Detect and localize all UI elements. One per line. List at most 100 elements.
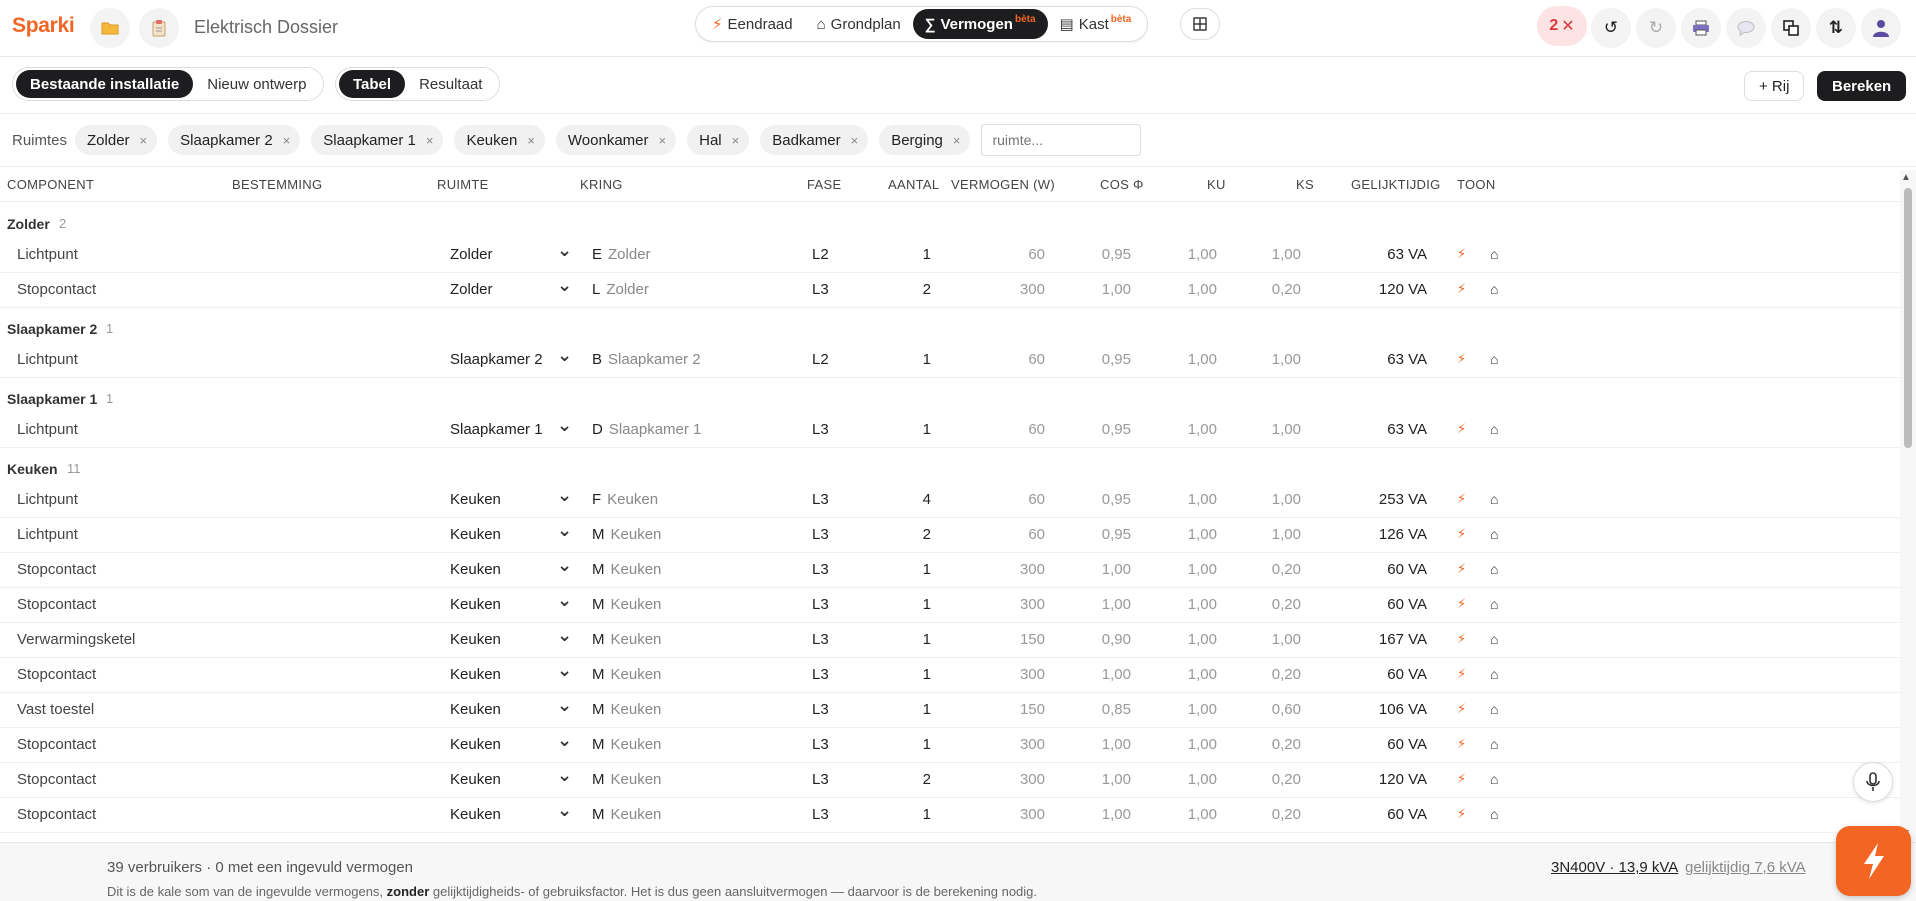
tab-result[interactable]: Resultaat: [405, 70, 496, 98]
chevron-down-icon[interactable]: ⌄: [557, 275, 572, 296]
room-select[interactable]: Keuken: [450, 771, 501, 788]
table-row[interactable]: Verwarmingsketel Keuken ⌄ M Keuken L3 1 150 0,90…: [0, 623, 1900, 658]
undo-button[interactable]: ↺: [1591, 8, 1631, 48]
simultaneous-summary[interactable]: gelijktijdig 7,6 kVA: [1685, 859, 1806, 876]
ks-cell[interactable]: 0,20: [1240, 596, 1301, 613]
lightning-icon[interactable]: ⚡: [1457, 666, 1466, 682]
sparki-assistant-button[interactable]: [1836, 826, 1911, 896]
ks-cell[interactable]: 1,00: [1240, 631, 1301, 648]
ks-cell[interactable]: 0,20: [1240, 281, 1301, 298]
ks-cell[interactable]: 0,20: [1240, 771, 1301, 788]
power-cell[interactable]: 150: [980, 701, 1045, 718]
table-row[interactable]: Lichtpunt Keuken ⌄ F Keuken L3 4 60 0,95 1,00 1,00…: [0, 483, 1900, 518]
ku-cell[interactable]: 1,00: [1160, 736, 1217, 753]
lightning-icon[interactable]: ⚡: [1457, 421, 1466, 437]
power-cell[interactable]: 300: [980, 596, 1045, 613]
circuit-cell[interactable]: M Keuken: [592, 596, 661, 613]
cos-phi-cell[interactable]: 1,00: [1070, 736, 1131, 753]
lightning-icon[interactable]: ⚡: [1457, 771, 1466, 787]
ku-cell[interactable]: 1,00: [1160, 281, 1217, 298]
component-cell[interactable]: Lichtpunt: [17, 351, 78, 368]
component-cell[interactable]: Lichtpunt: [17, 246, 78, 263]
power-cell[interactable]: 60: [980, 246, 1045, 263]
remove-chip-icon[interactable]: ×: [659, 133, 667, 148]
microphone-button[interactable]: [1853, 762, 1893, 802]
clipboard-button[interactable]: [139, 8, 179, 48]
component-cell[interactable]: Vast toestel: [17, 701, 94, 718]
house-icon[interactable]: ⌂: [1490, 806, 1498, 822]
circuit-cell[interactable]: E Zolder: [592, 246, 651, 263]
house-icon[interactable]: ⌂: [1490, 736, 1498, 752]
room-select[interactable]: Keuken: [450, 596, 501, 613]
circuit-cell[interactable]: M Keuken: [592, 806, 661, 823]
house-icon[interactable]: ⌂: [1490, 631, 1498, 647]
lightning-icon[interactable]: ⚡: [1457, 281, 1466, 297]
mode-tab-vermogen[interactable]: ∑ Vermogen bèta: [912, 9, 1048, 39]
house-icon[interactable]: ⌂: [1490, 421, 1498, 437]
mode-tab-grondplan[interactable]: ⌂ Grondplan: [805, 9, 913, 39]
table-row[interactable]: Stopcontact Keuken ⌄ M Keuken L3 1 300 1,00 1,00 0…: [0, 553, 1900, 588]
sort-button[interactable]: ⇅: [1816, 8, 1856, 48]
print-button[interactable]: [1681, 8, 1721, 48]
house-icon[interactable]: ⌂: [1490, 596, 1498, 612]
chevron-down-icon[interactable]: ⌄: [557, 660, 572, 681]
table-row[interactable]: Stopcontact Keuken ⌄ M Keuken L3 1 300 1,00 1,00 0…: [0, 798, 1900, 833]
lightning-icon[interactable]: ⚡: [1457, 351, 1466, 367]
table-row[interactable]: Stopcontact Keuken ⌄ M Keuken L3 2 300 1,00 1,00 0…: [0, 763, 1900, 798]
house-icon[interactable]: ⌂: [1490, 526, 1498, 542]
cos-phi-cell[interactable]: 1,00: [1070, 561, 1131, 578]
chevron-down-icon[interactable]: ⌄: [557, 695, 572, 716]
power-cell[interactable]: 300: [980, 736, 1045, 753]
phase-cell[interactable]: L3: [812, 701, 829, 718]
circuit-cell[interactable]: M Keuken: [592, 561, 661, 578]
power-cell[interactable]: 150: [980, 631, 1045, 648]
col-cos[interactable]: COS Φ: [1100, 177, 1144, 192]
phase-cell[interactable]: L3: [812, 561, 829, 578]
house-icon[interactable]: ⌂: [1490, 666, 1498, 682]
component-cell[interactable]: Verwarmingsketel: [17, 631, 135, 648]
col-aantal[interactable]: AANTAL: [888, 177, 939, 192]
ku-cell[interactable]: 1,00: [1160, 701, 1217, 718]
remove-chip-icon[interactable]: ×: [426, 133, 434, 148]
col-fase[interactable]: FASE: [807, 177, 841, 192]
quantity-cell[interactable]: 4: [900, 491, 931, 508]
house-icon[interactable]: ⌂: [1490, 491, 1498, 507]
new-design-pill[interactable]: Nieuw ontwerp: [193, 70, 320, 98]
quantity-cell[interactable]: 1: [900, 701, 931, 718]
cos-phi-cell[interactable]: 1,00: [1070, 596, 1131, 613]
component-cell[interactable]: Stopcontact: [17, 736, 96, 753]
cos-phi-cell[interactable]: 0,95: [1070, 526, 1131, 543]
room-select[interactable]: Keuken: [450, 631, 501, 648]
table-row[interactable]: Stopcontact Keuken ⌄ M Keuken L3 1 300 1,00 1,00 0…: [0, 588, 1900, 623]
component-cell[interactable]: Stopcontact: [17, 771, 96, 788]
phase-cell[interactable]: L3: [812, 736, 829, 753]
scrollbar-thumb[interactable]: [1904, 188, 1912, 448]
lightning-icon[interactable]: ⚡: [1457, 631, 1466, 647]
lightning-icon[interactable]: ⚡: [1457, 701, 1466, 717]
chevron-down-icon[interactable]: ⌄: [557, 555, 572, 576]
supply-summary[interactable]: 3N400V · 13,9 kVA: [1551, 859, 1678, 876]
house-icon[interactable]: ⌂: [1490, 561, 1498, 577]
ku-cell[interactable]: 1,00: [1160, 631, 1217, 648]
chevron-down-icon[interactable]: ⌄: [557, 240, 572, 261]
chevron-down-icon[interactable]: ⌄: [557, 590, 572, 611]
phase-cell[interactable]: L3: [812, 281, 829, 298]
phase-cell[interactable]: L3: [812, 771, 829, 788]
room-chip[interactable]: Hal ×: [687, 125, 750, 155]
component-cell[interactable]: Stopcontact: [17, 596, 96, 613]
folder-button[interactable]: [90, 8, 130, 48]
power-cell[interactable]: 300: [980, 806, 1045, 823]
chevron-down-icon[interactable]: ⌄: [557, 800, 572, 821]
power-cell[interactable]: 300: [980, 561, 1045, 578]
cos-phi-cell[interactable]: 1,00: [1070, 806, 1131, 823]
remove-chip-icon[interactable]: ×: [283, 133, 291, 148]
col-kring[interactable]: KRING: [580, 177, 623, 192]
chevron-down-icon[interactable]: ⌄: [557, 625, 572, 646]
quantity-cell[interactable]: 2: [900, 526, 931, 543]
ks-cell[interactable]: 0,20: [1240, 666, 1301, 683]
cos-phi-cell[interactable]: 0,95: [1070, 421, 1131, 438]
remove-chip-icon[interactable]: ×: [953, 133, 961, 148]
calculate-button[interactable]: Bereken: [1817, 71, 1907, 101]
power-cell[interactable]: 60: [980, 421, 1045, 438]
chevron-down-icon[interactable]: ⌄: [557, 415, 572, 436]
